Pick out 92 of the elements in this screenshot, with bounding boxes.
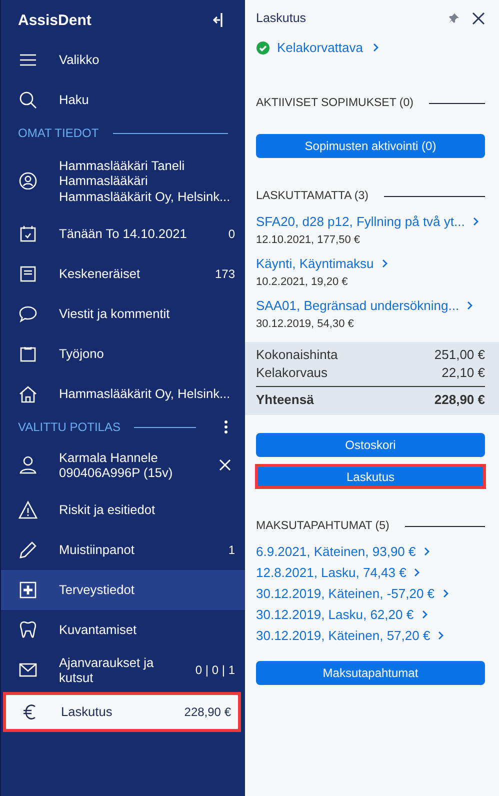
home-icon	[18, 384, 38, 404]
search-icon	[18, 90, 38, 110]
nav-label: Työjono	[59, 346, 105, 362]
nav-item[interactable]: Valikko	[1, 40, 245, 80]
payment-link[interactable]: 6.9.2021, Käteinen, 93,90 €	[256, 544, 485, 559]
chevron-icon	[373, 43, 379, 52]
chevron-icon	[438, 631, 444, 640]
tooth-icon	[18, 620, 38, 640]
app-title: AssisDent	[18, 12, 92, 28]
item-detail: 12.10.2021, 177,50 €	[256, 234, 361, 246]
calendar-icon	[18, 224, 38, 244]
count-label: 0	[228, 227, 235, 241]
section-heading: LASKUTTAMATTA (3)	[256, 190, 368, 202]
user-info: Hammaslääkäri Taneli	[59, 158, 186, 174]
nav-item[interactable]: Hammaslääkärit Oy, Helsink...	[1, 374, 245, 414]
section-heading: AKTIIVISET SOPIMUKSET (0)	[256, 97, 414, 109]
item-detail: 10.2.2021, 19,20 €	[256, 276, 349, 288]
unbilled-item-link[interactable]: SFA20, d28 p12, Fyllning på två yt...	[256, 214, 485, 229]
payment-link[interactable]: 12.8.2021, Lasku, 74,43 €	[256, 565, 485, 580]
nav-label: Muistiinpanot	[59, 542, 136, 558]
chevron-icon	[414, 568, 420, 577]
action-button[interactable]: Laskutus	[258, 467, 483, 486]
user-circle-icon	[18, 171, 38, 191]
total-value: 228,90 €	[434, 391, 485, 409]
chevron-icon	[472, 217, 479, 226]
total-value: 251,00 €	[434, 346, 485, 364]
chevron-icon	[382, 259, 388, 268]
patient-info: Karmala Hannele	[59, 450, 159, 465]
warning-icon	[18, 500, 38, 520]
unbilled-item-link[interactable]: SAA01, Begränsad undersökning...	[256, 298, 485, 313]
nav-label: Haku	[59, 92, 90, 108]
section-heading: OMAT TIEDOT	[18, 126, 99, 140]
section-heading: MAKSUTAPAHTUMAT (5)	[256, 520, 390, 532]
nav-item[interactable]: Ajanvaraukset ja kutsut 0 | 0 | 1	[1, 650, 245, 690]
nav-item[interactable]: Kuvantamiset	[1, 610, 245, 650]
status-link[interactable]: Kelakorvattava	[256, 40, 485, 55]
count-label: 1	[228, 543, 235, 557]
more-icon[interactable]	[224, 420, 228, 434]
section-heading: VALITTU POTILAS	[18, 420, 120, 434]
total-value: 22,10 €	[442, 364, 485, 382]
nav-label: Hammaslääkärit Oy, Helsink...	[59, 386, 232, 402]
count-label: 228,90 €	[184, 705, 231, 719]
pin-icon[interactable]	[448, 12, 460, 24]
action-button[interactable]: Ostoskori	[256, 433, 485, 457]
panel-title: Laskutus	[256, 11, 308, 25]
nav-label: Valikko	[59, 52, 100, 68]
total-label: Yhteensä	[256, 391, 314, 409]
nav-item[interactable]: Keskeneräiset 173	[1, 254, 245, 294]
pencil-icon	[18, 540, 38, 560]
nav-label: Tänään To 14.10.2021	[59, 226, 188, 242]
nav-item[interactable]: Viestit ja kommentit	[1, 294, 245, 334]
chevron-icon	[442, 589, 449, 598]
count-label: 0 | 0 | 1	[195, 663, 235, 677]
nav-label: Ajanvaraukset ja kutsut	[59, 654, 155, 686]
nav-item[interactable]: Riskit ja esitiedot	[1, 490, 245, 530]
nav-label: Laskutus	[61, 704, 114, 720]
nav-item[interactable]: Hammaslääkäri Taneli Hammaslääkäri Hammaslääkärit Oy, Helsink...	[1, 146, 245, 214]
nav-item[interactable]: Haku	[1, 80, 245, 120]
chevron-icon	[422, 610, 428, 619]
total-label: Kokonaishinta	[256, 346, 338, 364]
nav-label: Kuvantamiset	[59, 622, 138, 638]
chat-icon	[18, 304, 38, 324]
patient-info: 090406A996P (15v)	[59, 465, 174, 480]
user-icon	[18, 455, 38, 475]
count-label: 173	[214, 267, 235, 281]
payment-link[interactable]: 30.12.2019, Käteinen, -57,20 €	[256, 586, 485, 601]
total-label: Kelakorvaus	[256, 364, 328, 382]
clipboard-icon	[18, 344, 38, 364]
nav-item[interactable]: Karmala Hannele 090406A996P (15v)	[1, 440, 245, 490]
plus-square-icon	[18, 580, 38, 600]
unbilled-item-link[interactable]: Käynti, Käyntimaksu	[256, 256, 485, 271]
nav-label: Riskit ja esitiedot	[59, 502, 156, 518]
chevron-icon	[424, 547, 430, 556]
collapse-icon[interactable]	[213, 12, 223, 28]
item-detail: 30.12.2019, 54,30 €	[256, 318, 355, 330]
nav-label: Keskeneräiset	[59, 266, 142, 282]
payment-link[interactable]: 30.12.2019, Käteinen, 57,20 €	[256, 628, 485, 643]
nav-item[interactable]: Laskutus 228,90 €	[3, 692, 241, 732]
nav-item[interactable]: Työjono	[1, 334, 245, 374]
document-icon	[18, 264, 38, 284]
nav-item[interactable]: Terveystiedot	[1, 570, 245, 610]
nav-item[interactable]: Muistiinpanot 1	[1, 530, 245, 570]
payments-button[interactable]: Maksutapahtumat	[256, 661, 485, 685]
nav-label: Viestit ja kommentit	[59, 306, 171, 322]
nav-label: Terveystiedot	[59, 582, 136, 598]
activate-button[interactable]: Sopimusten aktivointi (0)	[256, 134, 485, 158]
user-info: Hammaslääkäri	[59, 173, 149, 189]
nav-item[interactable]: Tänään To 14.10.2021 0	[1, 214, 245, 254]
chevron-icon	[467, 301, 474, 310]
payment-link[interactable]: 30.12.2019, Lasku, 62,20 €	[256, 607, 485, 622]
user-info: Hammaslääkärit Oy, Helsink...	[59, 188, 232, 204]
close-icon[interactable]	[472, 12, 485, 24]
